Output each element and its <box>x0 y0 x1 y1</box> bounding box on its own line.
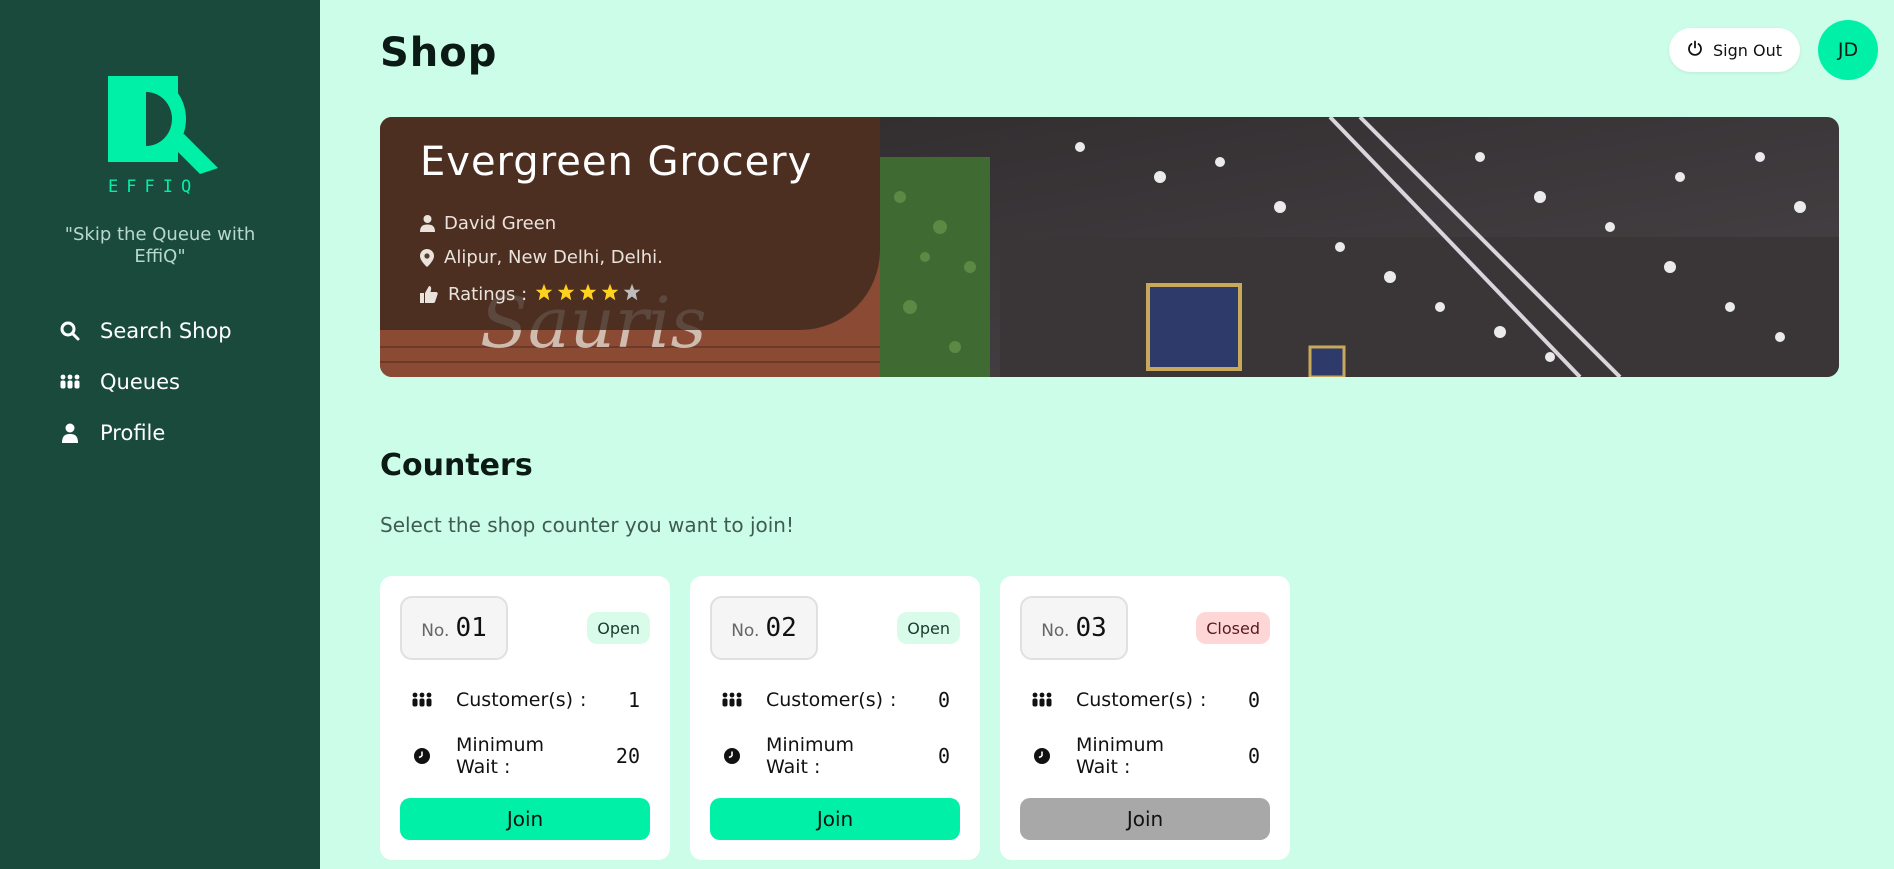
people-icon <box>720 692 744 708</box>
min-wait-value: 0 <box>937 744 950 768</box>
customers-count: 0 <box>1247 688 1260 712</box>
customers-row: Customer(s): 0 <box>720 688 950 712</box>
colon: : <box>1200 689 1207 711</box>
counter-number-label: No. <box>1041 621 1070 641</box>
sidebar-item-label: Queues <box>100 370 180 394</box>
customers-count: 0 <box>937 688 950 712</box>
colon: : <box>580 689 587 711</box>
shop-info-panel: Evergreen Grocery David Green Alipur, Ne… <box>380 117 880 330</box>
shop-ratings: Ratings : <box>420 283 641 306</box>
sidebar-item-profile[interactable]: Profile <box>58 416 165 450</box>
sidebar-item-queues[interactable]: Queues <box>58 365 180 399</box>
ratings-label: Ratings : <box>448 284 528 305</box>
svg-text:EFFIQ: EFFIQ <box>108 177 199 194</box>
counter-card: No. 02 Open Customer(s): 0 Minimum Wait : 0 Joi… <box>690 576 980 860</box>
counters-title: Counters <box>380 448 533 483</box>
page-title: Shop <box>380 30 498 76</box>
star-filled-icon <box>579 283 597 306</box>
sidebar-item-search-shop[interactable]: Search Shop <box>58 314 232 348</box>
counter-number-box: No. 03 <box>1020 596 1128 660</box>
wait-row: Minimum Wait : 0 <box>720 734 950 778</box>
star-filled-icon <box>535 283 553 306</box>
counter-number: 02 <box>765 613 797 643</box>
clock-icon <box>1030 748 1054 764</box>
shop-name: Evergreen Grocery <box>420 139 813 185</box>
counter-card: No. 03 Closed Customer(s): 0 Minimum Wait : 0 J… <box>1000 576 1290 860</box>
star-empty-icon <box>623 283 641 306</box>
min-wait-value: 20 <box>615 744 640 768</box>
wait-row: Minimum Wait : 0 <box>1030 734 1260 778</box>
customers-row: Customer(s): 0 <box>1030 688 1260 712</box>
counter-number-label: No. <box>421 621 450 641</box>
join-button[interactable]: Join <box>1020 798 1270 840</box>
sidebar: EFFIQ "Skip the Queue with EffiQ" Search… <box>0 0 320 869</box>
status-badge: Open <box>897 612 960 644</box>
customers-count: 1 <box>627 688 640 712</box>
search-icon <box>58 319 82 343</box>
counter-number-box: No. 02 <box>710 596 818 660</box>
sidebar-item-label: Profile <box>100 421 166 445</box>
status-badge: Open <box>587 612 650 644</box>
avatar[interactable]: JD <box>1818 20 1878 80</box>
status-badge: Closed <box>1196 612 1270 644</box>
sign-out-button[interactable]: Sign Out <box>1669 28 1800 72</box>
people-icon <box>58 370 82 394</box>
join-button[interactable]: Join <box>400 798 650 840</box>
star-filled-icon <box>601 283 619 306</box>
wait-label: Minimum Wait : <box>456 734 545 778</box>
address-text: Alipur, New Delhi, Delhi. <box>444 247 663 268</box>
location-pin-icon <box>420 248 436 267</box>
sign-out-label: Sign Out <box>1713 40 1782 60</box>
clock-icon <box>720 748 744 764</box>
tagline: "Skip the Queue with EffiQ" <box>64 224 256 267</box>
customers-label: Customer(s) <box>1076 689 1194 711</box>
rating-stars <box>535 283 641 306</box>
wait-label: Minimum Wait : <box>766 734 855 778</box>
clock-icon <box>410 748 434 764</box>
min-wait-value: 0 <box>1247 744 1260 768</box>
shop-address: Alipur, New Delhi, Delhi. <box>420 247 663 268</box>
power-icon <box>1687 40 1703 60</box>
thumbs-up-icon <box>420 286 440 304</box>
user-icon <box>58 421 82 445</box>
wait-label: Minimum Wait : <box>1076 734 1165 778</box>
counter-number-label: No. <box>731 621 760 641</box>
counter-number: 03 <box>1075 613 1107 643</box>
customers-label: Customer(s) <box>456 689 574 711</box>
people-icon <box>410 692 434 708</box>
customers-label: Customer(s) <box>766 689 884 711</box>
counter-number: 01 <box>455 613 487 643</box>
star-filled-icon <box>557 283 575 306</box>
join-button[interactable]: Join <box>710 798 960 840</box>
counters-subtitle: Select the shop counter you want to join… <box>380 513 795 537</box>
shop-banner: Sauris Evergreen Grocery David Green Ali… <box>380 117 1839 377</box>
user-icon <box>420 215 436 233</box>
counter-card: No. 01 Open Customer(s): 1 Minimum Wait : 20 Jo… <box>380 576 670 860</box>
sidebar-item-label: Search Shop <box>100 319 232 343</box>
counter-number-box: No. 01 <box>400 596 508 660</box>
owner-name: David Green <box>444 213 557 234</box>
effiq-logo: EFFIQ <box>106 74 220 197</box>
people-icon <box>1030 692 1054 708</box>
wait-row: Minimum Wait : 20 <box>410 734 640 778</box>
colon: : <box>890 689 897 711</box>
shop-owner: David Green <box>420 213 556 234</box>
customers-row: Customer(s): 1 <box>410 688 640 712</box>
